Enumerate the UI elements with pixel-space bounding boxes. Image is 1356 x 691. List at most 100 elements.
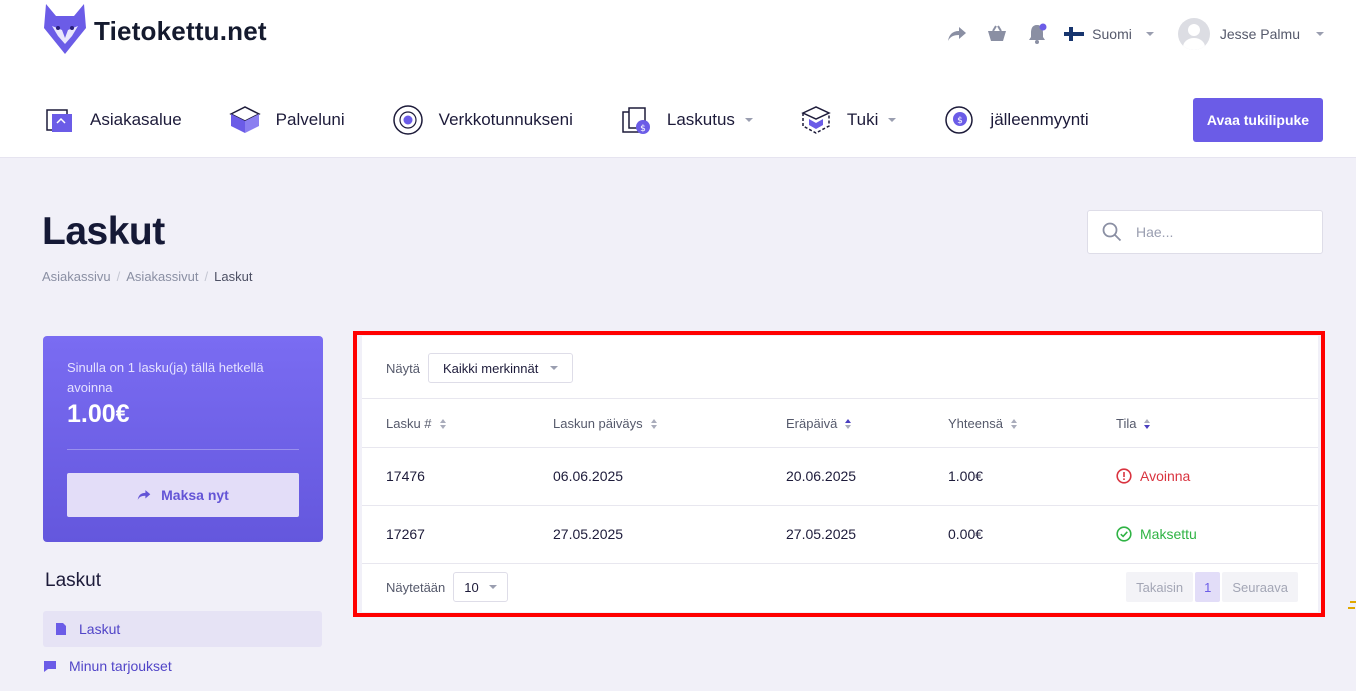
nav-item-jalleenmyynti[interactable]: $ jälleenmyynti [942, 103, 1089, 137]
edge-decoration-icon [1348, 601, 1356, 609]
reseller-icon: $ [942, 103, 976, 137]
open-invoices-amount: 1.00€ [67, 400, 130, 428]
invoice-total: 0.00€ [948, 526, 984, 542]
nav-label: Laskutus [666, 110, 735, 129]
language-label: Suomi [1092, 26, 1132, 42]
top-header: Tietokettu.net Suomi Jesse Palmu Asiakas… [0, 0, 1356, 158]
fox-logo-icon [44, 4, 86, 54]
sidebar-item-label: Minun tarjoukset [69, 658, 172, 674]
column-header-total[interactable]: Yhteensä [948, 416, 1017, 431]
chevron-down-icon [1316, 32, 1324, 36]
nav-item-tuki[interactable]: Tuki [799, 103, 897, 137]
chat-icon [44, 660, 56, 672]
nav-item-asiakasalue[interactable]: Asiakasalue [42, 103, 182, 137]
breadcrumb-separator: / [204, 269, 209, 284]
sidebar-item-tarjoukset[interactable]: Minun tarjoukset [43, 648, 322, 684]
chevron-down-icon [744, 118, 753, 122]
pagination-prev-button[interactable]: Takaisin [1126, 572, 1194, 602]
column-header-due[interactable]: Eräpäivä [786, 416, 852, 431]
page-title: Laskut [42, 210, 165, 253]
sort-icon [1144, 418, 1151, 429]
table-row[interactable]: 17476 06.06.2025 20.06.2025 1.00€ Avoinn… [362, 448, 1318, 506]
pagination-page-button[interactable]: 1 [1195, 572, 1221, 602]
search-box[interactable] [1087, 210, 1323, 254]
column-label: Laskun päiväys [553, 416, 643, 431]
bell-icon[interactable] [1024, 21, 1050, 47]
breadcrumb-item[interactable]: Asiakassivut [126, 269, 198, 284]
invoices-table-card: Näytä Kaikki merkinnät Lasku # Laskun pä… [362, 336, 1318, 612]
filter-label: Näytä [386, 360, 420, 376]
column-label: Yhteensä [948, 416, 1003, 431]
services-box-icon [228, 103, 262, 137]
chevron-down-icon [888, 118, 897, 122]
column-label: Eräpäivä [786, 416, 838, 431]
sidebar-heading: Laskut [45, 570, 101, 591]
user-name: Jesse Palmu [1219, 26, 1300, 42]
search-icon [1102, 222, 1122, 242]
sidebar-item-label: Laskut [79, 621, 121, 637]
nav-label: Asiakasalue [90, 110, 182, 129]
invoice-number: 17476 [386, 468, 425, 484]
column-label: Tila [1116, 416, 1137, 431]
chevron-down-icon [488, 585, 497, 589]
breadcrumb-current: Laskut [214, 269, 253, 284]
svg-text:$: $ [640, 124, 646, 134]
svg-text:$: $ [958, 116, 964, 126]
finland-flag-icon [1064, 27, 1085, 41]
pay-now-button[interactable]: Maksa nyt [67, 473, 299, 517]
table-header: Lasku # Laskun päiväys Eräpäivä Yhteensä… [362, 398, 1318, 448]
avatar [1177, 18, 1210, 50]
top-right-tools: Suomi Jesse Palmu [944, 16, 1324, 52]
search-input[interactable] [1136, 224, 1296, 240]
invoice-total: 1.00€ [948, 468, 984, 484]
pagination: Takaisin 1 Seuraava [1126, 572, 1298, 602]
invoice-due-date: 20.06.2025 [786, 468, 857, 484]
filter-select[interactable]: Kaikki merkinnät [427, 353, 574, 383]
nav-item-laskutus[interactable]: $ Laskutus [619, 103, 753, 137]
sort-asc-icon [845, 418, 852, 429]
brand-logo[interactable]: Tietokettu.net [42, 2, 267, 56]
nav-item-verkkotunnukseni[interactable]: Verkkotunnukseni [391, 103, 573, 137]
show-label: Näytetään [386, 579, 446, 595]
nav-label: jälleenmyynti [990, 110, 1089, 129]
pay-now-label: Maksa nyt [161, 487, 229, 503]
basket-icon[interactable] [984, 21, 1010, 47]
invoice-date: 06.06.2025 [553, 468, 624, 484]
status-text: Maksettu [1140, 526, 1197, 542]
support-box-icon [799, 103, 833, 137]
column-header-status[interactable]: Tila [1116, 416, 1151, 431]
sort-icon [1010, 418, 1017, 429]
main-nav: Asiakasalue Palveluni Verkkotunnukseni $… [42, 98, 1135, 142]
invoice-date: 27.05.2025 [553, 526, 624, 542]
sidebar-item-laskut[interactable]: Laskut [43, 611, 322, 647]
page-size-select[interactable]: 10 [453, 572, 508, 602]
chevron-down-icon [1145, 32, 1154, 36]
table-row[interactable]: 17267 27.05.2025 27.05.2025 0.00€ Makset… [362, 506, 1318, 564]
share-arrow-icon[interactable] [944, 21, 970, 47]
billing-icon: $ [619, 103, 653, 137]
open-invoices-card: Sinulla on 1 lasku(ja) tällä hetkellä av… [43, 336, 323, 542]
card-divider [67, 449, 299, 450]
document-icon [56, 623, 66, 635]
nav-item-palveluni[interactable]: Palveluni [228, 103, 345, 137]
share-arrow-icon [137, 490, 151, 500]
breadcrumb-separator: / [116, 269, 121, 284]
open-invoices-text: Sinulla on 1 lasku(ja) tällä hetkellä av… [67, 360, 264, 395]
chevron-down-icon [550, 366, 559, 370]
column-header-date[interactable]: Laskun päiväys [553, 416, 657, 431]
sort-icon [650, 418, 657, 429]
language-selector[interactable]: Suomi [1064, 26, 1154, 42]
nav-label: Verkkotunnukseni [438, 110, 573, 129]
breadcrumb: Asiakassivu / Asiakassivut / Laskut [42, 269, 252, 284]
open-ticket-button[interactable]: Avaa tukilipuke [1193, 98, 1323, 142]
pagination-next-button[interactable]: Seuraava [1222, 572, 1298, 602]
column-header-number[interactable]: Lasku # [386, 416, 446, 431]
status-badge: Maksettu [1116, 526, 1197, 542]
nav-label: Palveluni [275, 110, 345, 129]
client-area-icon [42, 103, 76, 137]
filter-value: Kaikki merkinnät [442, 360, 539, 376]
breadcrumb-item[interactable]: Asiakassivu [42, 269, 111, 284]
brand-name: Tietokettu.net [94, 15, 267, 46]
user-menu[interactable]: Jesse Palmu [1177, 18, 1324, 50]
sort-icon [439, 418, 446, 429]
